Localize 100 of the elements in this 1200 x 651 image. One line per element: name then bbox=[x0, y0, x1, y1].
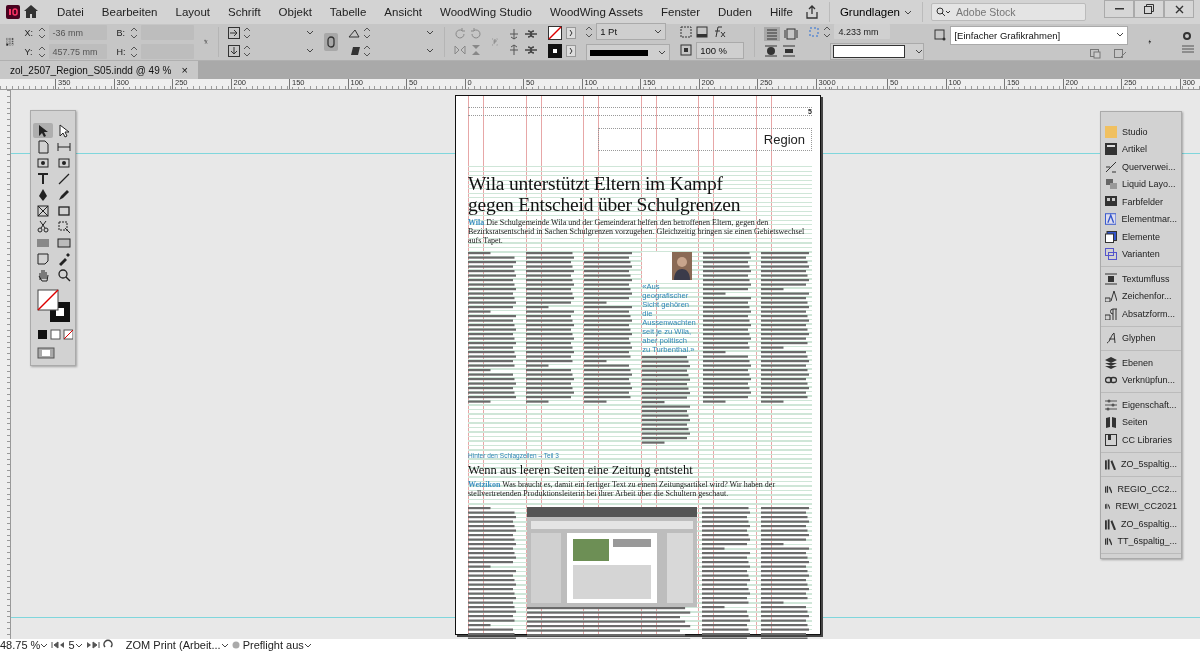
menu-item[interactable]: WoodWing Assets bbox=[540, 6, 652, 18]
panel-item[interactable]: Ebenen bbox=[1101, 354, 1181, 372]
color-dropdown[interactable] bbox=[830, 43, 925, 60]
arrow-button-icon[interactable] bbox=[566, 27, 577, 39]
spinner-icon[interactable] bbox=[130, 25, 137, 40]
chevron-icon[interactable] bbox=[40, 643, 49, 649]
previous-page-icon[interactable] bbox=[59, 641, 66, 649]
document-tab[interactable]: zol_2507_Region_S05.indd @ 49 % × bbox=[0, 61, 198, 79]
rotate-angle-icon[interactable] bbox=[348, 28, 361, 38]
panel-item[interactable]: ZO_6spaltig... bbox=[1101, 515, 1181, 533]
panel-item[interactable]: Verknüpfun... bbox=[1101, 371, 1181, 389]
chevron-icon[interactable] bbox=[306, 48, 315, 54]
page-field[interactable]: 5 bbox=[68, 639, 75, 651]
stroke-weight-field[interactable]: 1 Pt bbox=[596, 23, 667, 40]
share-icon[interactable] bbox=[804, 5, 819, 19]
search-field[interactable]: Adobe Stock bbox=[931, 3, 1086, 21]
align-icon[interactable] bbox=[508, 44, 521, 56]
panel-item[interactable]: Textumfluss bbox=[1101, 270, 1181, 288]
panel-item[interactable]: Zeichenfor... bbox=[1101, 287, 1181, 305]
distribute-icon[interactable] bbox=[524, 28, 539, 40]
menu-item[interactable]: Fenster bbox=[652, 6, 709, 18]
restore-button[interactable] bbox=[1134, 0, 1164, 18]
menu-item[interactable]: Ansicht bbox=[375, 6, 432, 18]
refresh-icon[interactable] bbox=[102, 639, 113, 649]
panel-item[interactable]: Absatzform... bbox=[1101, 305, 1181, 323]
fill-none-swatch[interactable] bbox=[548, 26, 563, 40]
redefine-style-icon[interactable] bbox=[1114, 48, 1129, 59]
panel-item[interactable]: Seiten bbox=[1101, 413, 1181, 431]
opacity-field[interactable]: 100 % bbox=[696, 41, 745, 59]
wrap-box-icon[interactable] bbox=[784, 28, 799, 40]
panel-item[interactable]: Studio bbox=[1101, 123, 1181, 141]
menu-item[interactable]: Datei bbox=[48, 6, 93, 18]
y-field[interactable]: 457.75 mm bbox=[48, 44, 107, 59]
panel-item[interactable]: Eigenschaft... bbox=[1101, 396, 1181, 414]
settings-icon[interactable] bbox=[1182, 31, 1192, 41]
spinner-icon[interactable] bbox=[364, 44, 371, 58]
spinner-icon[interactable] bbox=[586, 24, 593, 39]
panel-item[interactable]: Varianten bbox=[1101, 245, 1181, 263]
chevron-icon[interactable] bbox=[654, 29, 663, 35]
menu-item[interactable]: Hilfe bbox=[760, 6, 802, 18]
chevron-icon[interactable] bbox=[220, 643, 229, 649]
menu-item[interactable]: Bearbeiten bbox=[92, 6, 167, 18]
stroke-swatch[interactable] bbox=[548, 44, 563, 58]
spinner-icon[interactable] bbox=[824, 24, 831, 39]
link-icon[interactable] bbox=[327, 36, 336, 48]
panel-item[interactable]: Elementmar... bbox=[1101, 210, 1181, 228]
x-field[interactable]: -36 mm bbox=[48, 25, 107, 40]
panel-item[interactable]: Liquid Layo... bbox=[1101, 175, 1181, 193]
object-style-dropdown[interactable]: [Einfacher Grafikrahmen] bbox=[950, 25, 1129, 45]
shear-icon[interactable] bbox=[348, 46, 361, 56]
zoom-level[interactable]: 48.75 % bbox=[0, 639, 41, 651]
panel-item[interactable]: Querverwei... bbox=[1101, 158, 1181, 176]
chevron-icon[interactable] bbox=[426, 30, 435, 36]
chevron-icon[interactable] bbox=[658, 49, 667, 56]
menu-item[interactable]: Objekt bbox=[269, 6, 321, 18]
panel-item[interactable]: REGIO_CC2... bbox=[1101, 480, 1181, 498]
arrow-button-icon[interactable] bbox=[566, 45, 577, 57]
menu-item[interactable]: Tabelle bbox=[320, 6, 376, 18]
stroke-type-dropdown[interactable] bbox=[586, 44, 671, 61]
profile-dropdown[interactable]: ZOM Print (Arbeit... bbox=[125, 639, 229, 651]
workspace-switcher[interactable]: Grundlagen bbox=[828, 2, 923, 22]
spinner-icon[interactable] bbox=[244, 26, 251, 40]
chevron-icon[interactable] bbox=[74, 643, 83, 649]
chevron-icon[interactable] bbox=[904, 10, 912, 16]
wrap-shape-icon[interactable] bbox=[764, 45, 779, 57]
align-icon[interactable] bbox=[508, 28, 521, 40]
panel-item[interactable]: Elemente bbox=[1101, 228, 1181, 246]
preflight-dropdown[interactable]: Preflight aus bbox=[242, 639, 312, 651]
scale-x-icon[interactable] bbox=[228, 27, 241, 39]
panel-item[interactable]: ZO_5spaltig... bbox=[1101, 455, 1181, 473]
menu-item[interactable]: Duden bbox=[709, 6, 761, 18]
panel-item[interactable]: Artikel bbox=[1101, 140, 1181, 158]
spinner-icon[interactable] bbox=[38, 25, 45, 40]
chevron-icon[interactable] bbox=[306, 30, 315, 36]
next-page-icon[interactable] bbox=[85, 641, 92, 649]
distribute-icon[interactable] bbox=[524, 44, 539, 56]
chevron-icon[interactable] bbox=[426, 48, 435, 54]
panel-item[interactable]: CC Libraries bbox=[1101, 431, 1181, 449]
chevron-icon[interactable] bbox=[915, 48, 924, 55]
spinner-icon[interactable] bbox=[364, 26, 371, 40]
scale-y-icon[interactable] bbox=[228, 45, 241, 57]
wrap-jump-icon[interactable] bbox=[782, 45, 797, 57]
panel-item[interactable]: REWI_CC2021 bbox=[1101, 497, 1181, 515]
panel-item[interactable]: Glyphen bbox=[1101, 329, 1181, 347]
spacing-field[interactable]: 4.233 mm bbox=[834, 24, 891, 39]
tool-button[interactable] bbox=[32, 123, 53, 138]
menu-item[interactable]: Layout bbox=[166, 6, 219, 18]
spinner-icon[interactable] bbox=[244, 44, 251, 58]
menu-item[interactable]: WoodWing Studio bbox=[431, 6, 541, 18]
color-mode-icon[interactable] bbox=[36, 329, 73, 341]
home-icon[interactable] bbox=[24, 4, 38, 18]
chevron-icon[interactable] bbox=[303, 643, 312, 649]
chevron-icon[interactable] bbox=[1116, 32, 1125, 38]
shadow-icon[interactable] bbox=[696, 25, 709, 38]
panel-item[interactable]: TT_6spaltig_... bbox=[1101, 532, 1181, 550]
spinner-icon[interactable] bbox=[38, 44, 45, 59]
fill-stroke-swatches[interactable] bbox=[36, 289, 71, 323]
menu-item[interactable]: Schrift bbox=[219, 6, 270, 18]
panel-item[interactable]: Farbfelder bbox=[1101, 193, 1181, 211]
close-tab-button[interactable]: × bbox=[181, 64, 188, 76]
